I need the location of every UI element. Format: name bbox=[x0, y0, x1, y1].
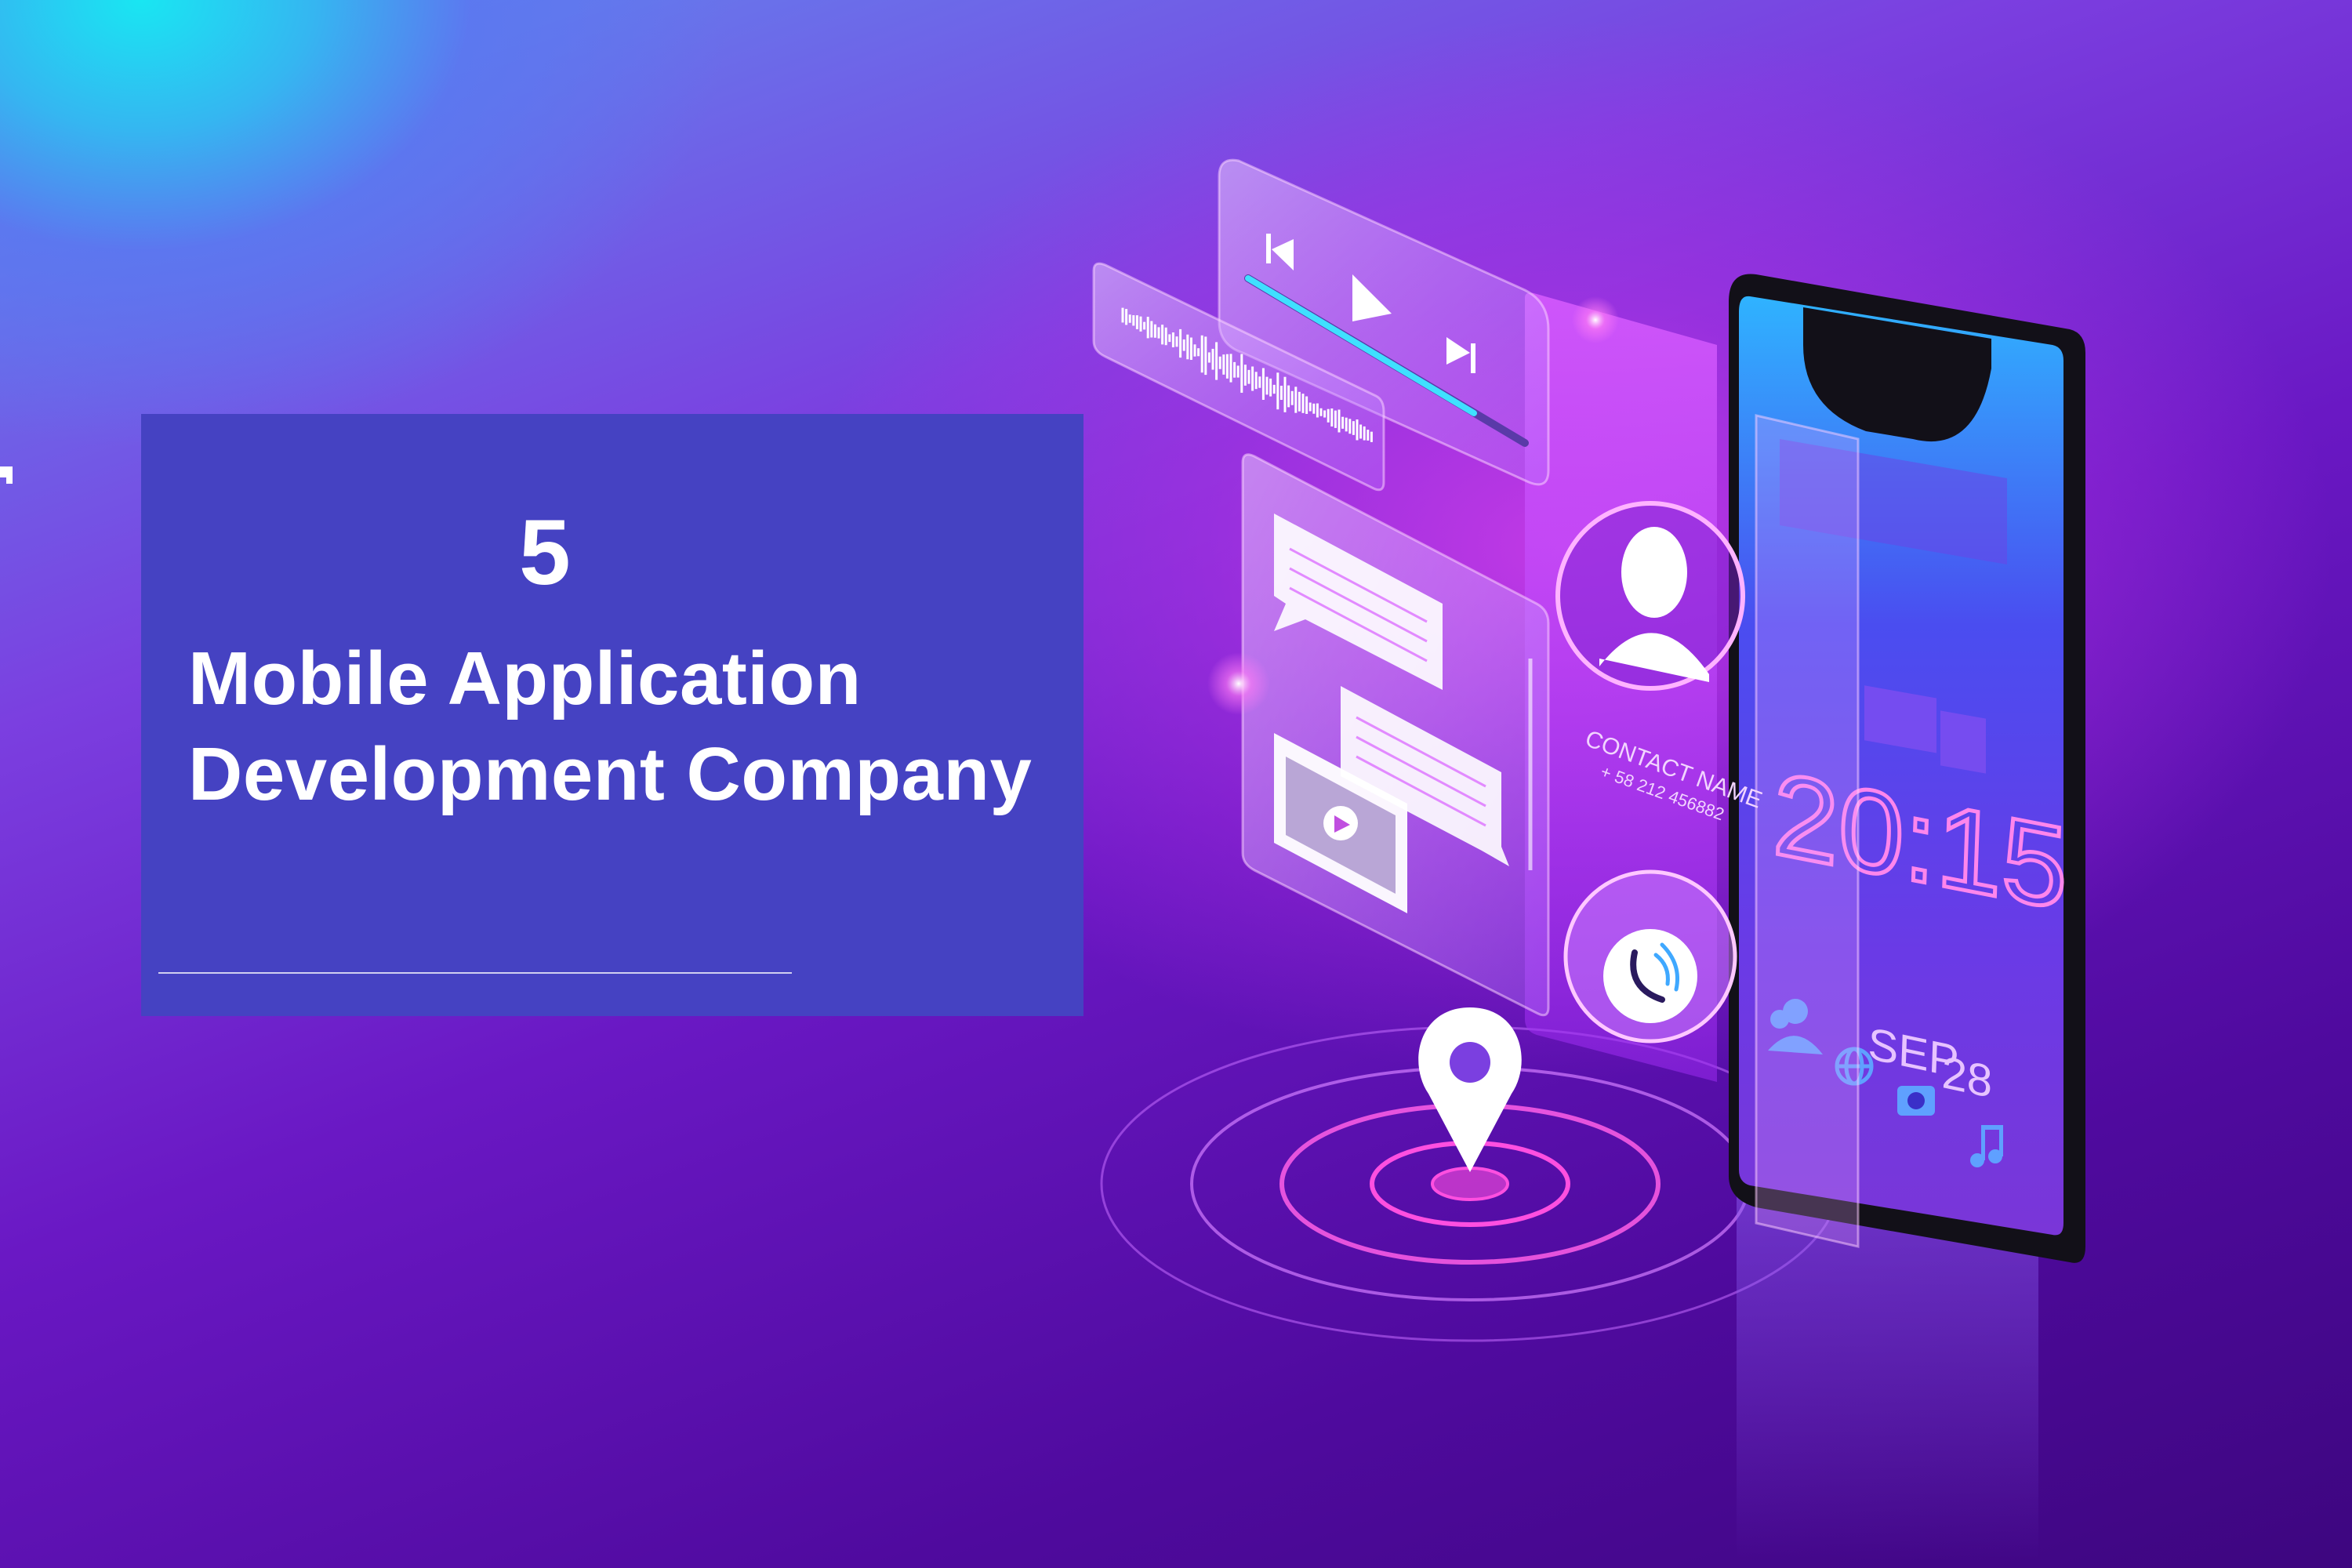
decor-mark bbox=[6, 476, 13, 484]
title-card: 5 Mobile Application Development Company bbox=[141, 414, 1083, 1016]
glow-dot bbox=[1572, 296, 1619, 343]
camera-icon bbox=[1897, 1086, 1935, 1116]
title-number: 5 bbox=[519, 501, 571, 604]
title-underline bbox=[158, 972, 792, 974]
phone-date-day: 28 bbox=[1941, 1047, 1994, 1108]
hero-banner: 20:15 SEP 28 CONTACT NAME + 58 212 45688… bbox=[0, 0, 2352, 1568]
chat-card bbox=[1241, 453, 1550, 1017]
title-line-2: Development Company bbox=[188, 732, 1033, 816]
glass-screen-overlay bbox=[1755, 414, 1860, 1248]
glow-dot bbox=[1207, 652, 1270, 715]
title-line-1: Mobile Application bbox=[188, 637, 862, 720]
